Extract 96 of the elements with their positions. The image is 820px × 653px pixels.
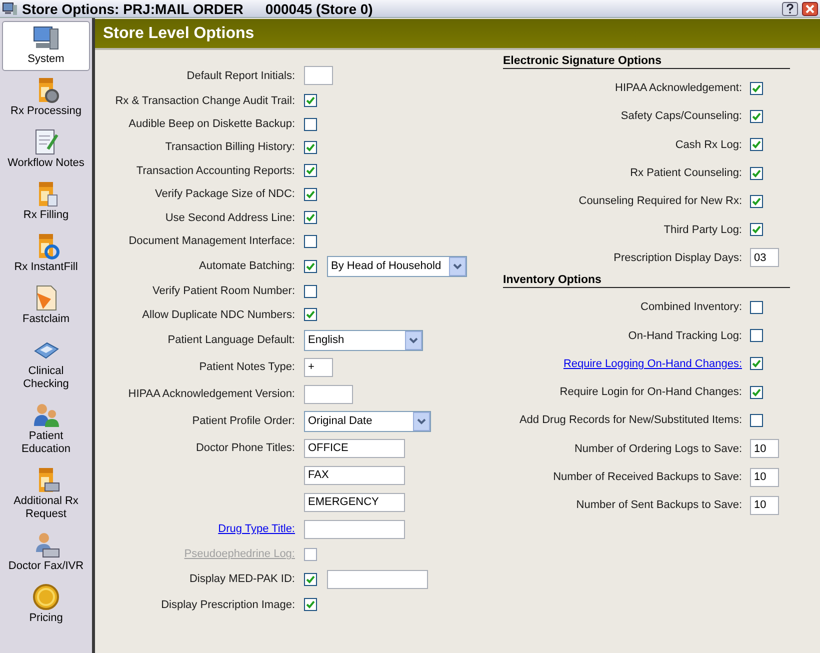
option-label: Require Login for On-Hand Changes: <box>560 386 742 398</box>
checkbox[interactable] <box>304 308 317 322</box>
option-label: On-Hand Tracking Log: <box>628 330 742 342</box>
input-field[interactable]: + <box>304 358 333 377</box>
checkbox[interactable] <box>750 386 763 399</box>
sidebar-item[interactable]: Patient Education <box>2 398 90 461</box>
input-field[interactable]: 03 <box>750 248 779 268</box>
input-field[interactable] <box>327 570 428 589</box>
sidebar-item[interactable]: Fastclaim <box>2 281 90 331</box>
sidebar-item[interactable]: Rx InstantFill <box>2 229 90 279</box>
option-label: Number of Ordering Logs to Save: <box>574 442 742 455</box>
sidebar-item[interactable]: Rx Processing <box>2 73 90 123</box>
checkbox[interactable] <box>750 166 763 180</box>
chevron-down-icon <box>413 412 430 431</box>
page-title: Store Level Options <box>103 24 254 42</box>
checkbox[interactable] <box>750 357 763 370</box>
checkbox[interactable] <box>304 164 317 178</box>
checkbox[interactable] <box>750 110 763 123</box>
input-field[interactable]: 10 <box>750 496 779 515</box>
input-field[interactable] <box>304 66 333 85</box>
option-label: Doctor Phone Titles: <box>196 442 295 454</box>
sidebar-item[interactable]: Rx Filling <box>2 177 90 227</box>
dropdown[interactable]: Original Date <box>304 410 431 432</box>
option-label: Automate Batching: <box>198 260 295 272</box>
option-label: Transaction Accounting Reports: <box>136 164 295 177</box>
checkbox[interactable] <box>750 138 763 152</box>
option-label: Patient Language Default: <box>168 334 295 346</box>
option-link[interactable]: Drug Type Title: <box>218 523 295 536</box>
dropdown[interactable]: English <box>304 330 423 351</box>
option-label: Document Management Interface: <box>128 235 295 248</box>
checkbox[interactable] <box>304 548 317 561</box>
checkbox[interactable] <box>304 118 317 131</box>
store-number: 000045 (Store 0) <box>265 0 373 16</box>
option-label: Combined Inventory: <box>640 301 742 314</box>
input-field[interactable]: 10 <box>750 468 779 486</box>
sidebar-item[interactable]: Additional Rx Request <box>2 463 90 526</box>
checkbox[interactable] <box>750 414 763 427</box>
option-label: Rx Patient Counseling: <box>630 167 742 180</box>
option-label: Third Party Log: <box>664 224 742 236</box>
option-label: Add Drug Records for New/Substituted Items: <box>519 414 742 426</box>
checkbox[interactable] <box>304 94 317 108</box>
option-label: Verify Patient Room Number: <box>152 285 295 298</box>
option-link[interactable]: Require Logging On-Hand Changes: <box>563 358 742 370</box>
option-label: Number of Received Backups to Save: <box>553 471 742 483</box>
checkbox[interactable] <box>304 140 317 154</box>
checkbox[interactable] <box>304 260 317 273</box>
checkbox[interactable] <box>304 234 317 248</box>
option-label: HIPAA Acknowledgement Version: <box>128 388 295 400</box>
option-label: Pseudoephedrine Log: <box>184 548 295 560</box>
option-label: Prescription Display Days: <box>614 252 742 264</box>
coin-icon <box>31 582 61 612</box>
window-title: Store Options: PRJ:MAIL ORDER <box>22 0 244 16</box>
input-field[interactable]: 10 <box>750 439 779 458</box>
option-label: Patient Profile Order: <box>192 415 295 428</box>
checkbox[interactable] <box>750 194 763 208</box>
checkbox[interactable] <box>304 211 317 224</box>
checkbox[interactable] <box>304 188 317 201</box>
input-field[interactable]: EMERGENCY <box>304 492 405 512</box>
close-button[interactable] <box>802 2 818 16</box>
chevron-down-icon <box>405 330 422 350</box>
option-label: Transaction Billing History: <box>165 141 295 154</box>
option-label: Cash Rx Log: <box>675 138 742 151</box>
checkbox[interactable] <box>750 223 763 236</box>
chevron-down-icon <box>449 256 466 276</box>
section-heading: Inventory Options <box>503 274 790 288</box>
checkbox[interactable] <box>750 329 763 342</box>
checkbox[interactable] <box>304 284 317 298</box>
input-field[interactable]: OFFICE <box>304 438 405 458</box>
help-button[interactable] <box>782 2 798 16</box>
option-label: Audible Beep on Diskette Backup: <box>128 118 295 130</box>
sidebar-item[interactable]: Pricing <box>2 580 90 630</box>
option-label: Rx & Transaction Change Audit Trail: <box>115 94 295 107</box>
option-label: Patient Notes Type: <box>199 361 295 374</box>
checkbox[interactable] <box>304 598 317 612</box>
section-heading: Electronic Signature Options <box>503 55 790 69</box>
sidebar-item[interactable]: Workflow Notes <box>2 125 90 175</box>
input-field[interactable] <box>304 520 405 539</box>
option-label: Counseling Required for New Rx: <box>578 195 742 208</box>
checkbox[interactable] <box>304 572 317 586</box>
input-field[interactable] <box>304 384 353 404</box>
checkbox[interactable] <box>750 300 763 314</box>
sidebar-item[interactable]: Clinical Checking <box>2 333 90 396</box>
option-label: Default Report Initials: <box>186 70 295 82</box>
option-label: Display Prescription Image: <box>161 598 295 611</box>
checkbox[interactable] <box>750 82 763 95</box>
option-label: Use Second Address Line: <box>165 212 295 224</box>
dropdown[interactable]: By Head of Household <box>327 256 467 277</box>
option-label: HIPAA Acknowledgement: <box>615 82 742 94</box>
sidebar-item[interactable]: System <box>2 21 90 71</box>
option-label: Allow Duplicate NDC Numbers: <box>142 308 295 321</box>
option-label: Safety Caps/Counseling: <box>620 110 742 122</box>
sidebar-item[interactable]: Doctor Fax/IVR <box>2 528 90 578</box>
input-field[interactable]: FAX <box>304 466 405 485</box>
option-label: Display MED-PAK ID: <box>189 573 295 586</box>
option-label: Number of Sent Backups to Save: <box>576 499 742 512</box>
option-label: Verify Package Size of NDC: <box>154 188 295 200</box>
